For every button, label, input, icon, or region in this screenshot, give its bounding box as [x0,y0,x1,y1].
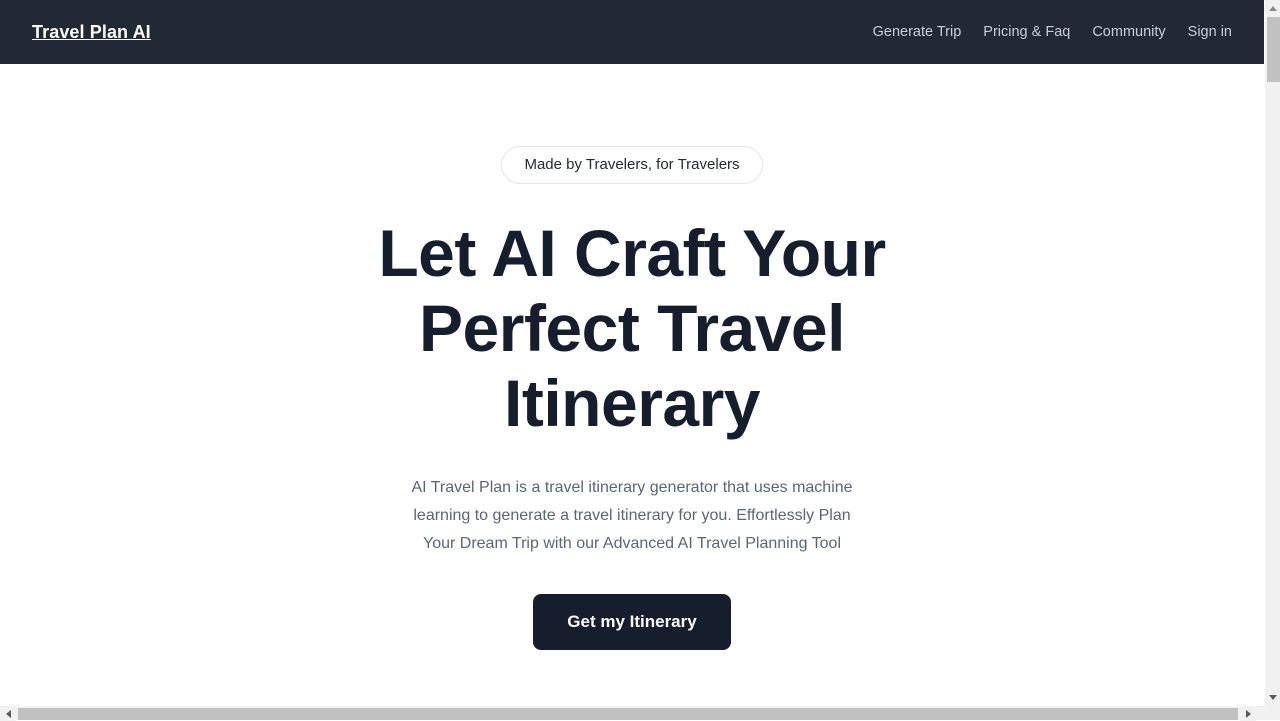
site-logo[interactable]: Travel Plan AI [32,22,151,43]
top-navigation-bar: Travel Plan AI Generate Trip Pricing & F… [0,0,1264,64]
arrow-right-glyph [1245,709,1251,718]
scroll-up-arrow-icon[interactable] [1265,0,1280,16]
hero-subtitle: AI Travel Plan is a travel itinerary gen… [411,479,853,552]
page-title: Let AI Craft Your Perfect Travel Itinera… [378,216,886,440]
nav-link-pricing-faq[interactable]: Pricing & Faq [972,18,1081,46]
nav-link-list: Generate Trip Pricing & Faq Community Si… [862,18,1232,46]
nav-item-sign-in: Sign in [1177,18,1232,46]
scroll-left-arrow-icon[interactable] [0,706,16,721]
nav-item-community: Community [1081,18,1176,46]
nav-link-generate-trip[interactable]: Generate Trip [862,18,973,46]
horizontal-scrollbar-thumb[interactable] [18,708,1238,720]
get-my-itinerary-button[interactable]: Get my Itinerary [533,594,731,650]
hero-badge: Made by Travelers, for Travelers [501,146,763,184]
nav-link-sign-in[interactable]: Sign in [1177,18,1232,46]
hero-section: Made by Travelers, for Travelers Let AI … [0,64,1264,650]
arrow-up-glyph [1269,5,1277,11]
horizontal-scrollbar[interactable] [0,705,1264,721]
nav-item-generate-trip: Generate Trip [862,18,973,46]
nav-item-pricing-faq: Pricing & Faq [972,18,1081,46]
scroll-right-arrow-icon[interactable] [1240,706,1256,721]
scroll-down-arrow-icon[interactable] [1265,689,1280,705]
nav-link-community[interactable]: Community [1081,18,1176,46]
vertical-scrollbar-thumb[interactable] [1267,17,1280,82]
arrow-left-glyph [5,709,11,718]
arrow-down-glyph [1269,694,1277,700]
vertical-scrollbar[interactable] [1264,0,1280,705]
browser-viewport: Travel Plan AI Generate Trip Pricing & F… [0,0,1264,705]
scrollbar-corner [1264,705,1280,720]
